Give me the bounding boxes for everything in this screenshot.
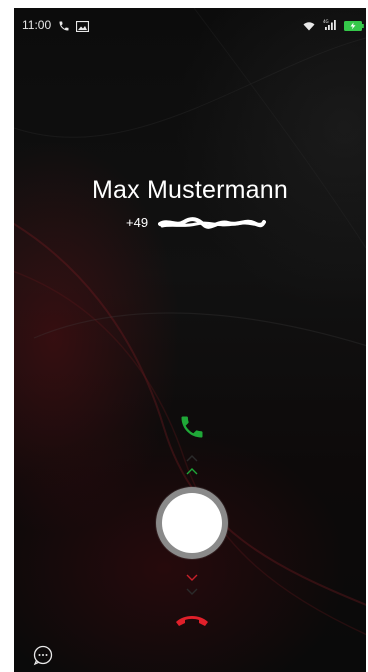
image-notification-icon bbox=[76, 20, 90, 33]
chevron-up-icon bbox=[186, 455, 198, 462]
chevron-down-icon bbox=[186, 588, 198, 595]
status-system-icons: 4G bbox=[303, 18, 364, 36]
caller-name: Max Mustermann bbox=[92, 176, 288, 204]
phone-call-icon bbox=[59, 21, 69, 31]
caller-number: +49 bbox=[14, 215, 366, 233]
status-bar: 11:00 4G bbox=[14, 8, 366, 44]
caller-number-prefix: +49 bbox=[126, 215, 149, 230]
message-icon[interactable] bbox=[32, 644, 54, 666]
chevron-up-icon bbox=[186, 468, 198, 475]
battery-charging-icon bbox=[344, 21, 364, 31]
status-time: 11:00 bbox=[22, 18, 52, 32]
answer-slider-knob[interactable] bbox=[156, 487, 228, 559]
incoming-call-screen: 11:00 4G Max Mustermann +49 bbox=[14, 8, 366, 672]
status-notification-icons bbox=[58, 19, 90, 37]
wifi-icon bbox=[303, 22, 315, 31]
slider-knob-face bbox=[162, 493, 222, 553]
phone-decline-icon[interactable] bbox=[174, 612, 210, 630]
svg-text:4G: 4G bbox=[323, 19, 329, 24]
redacted-number-scribble bbox=[158, 217, 266, 229]
phone-accept-icon[interactable] bbox=[178, 413, 206, 441]
dark-wallpaper bbox=[14, 8, 366, 636]
caller-info: Max Mustermann +49 bbox=[14, 176, 366, 233]
chevron-down-icon bbox=[186, 574, 198, 581]
signal-icon: 4G bbox=[323, 19, 336, 30]
